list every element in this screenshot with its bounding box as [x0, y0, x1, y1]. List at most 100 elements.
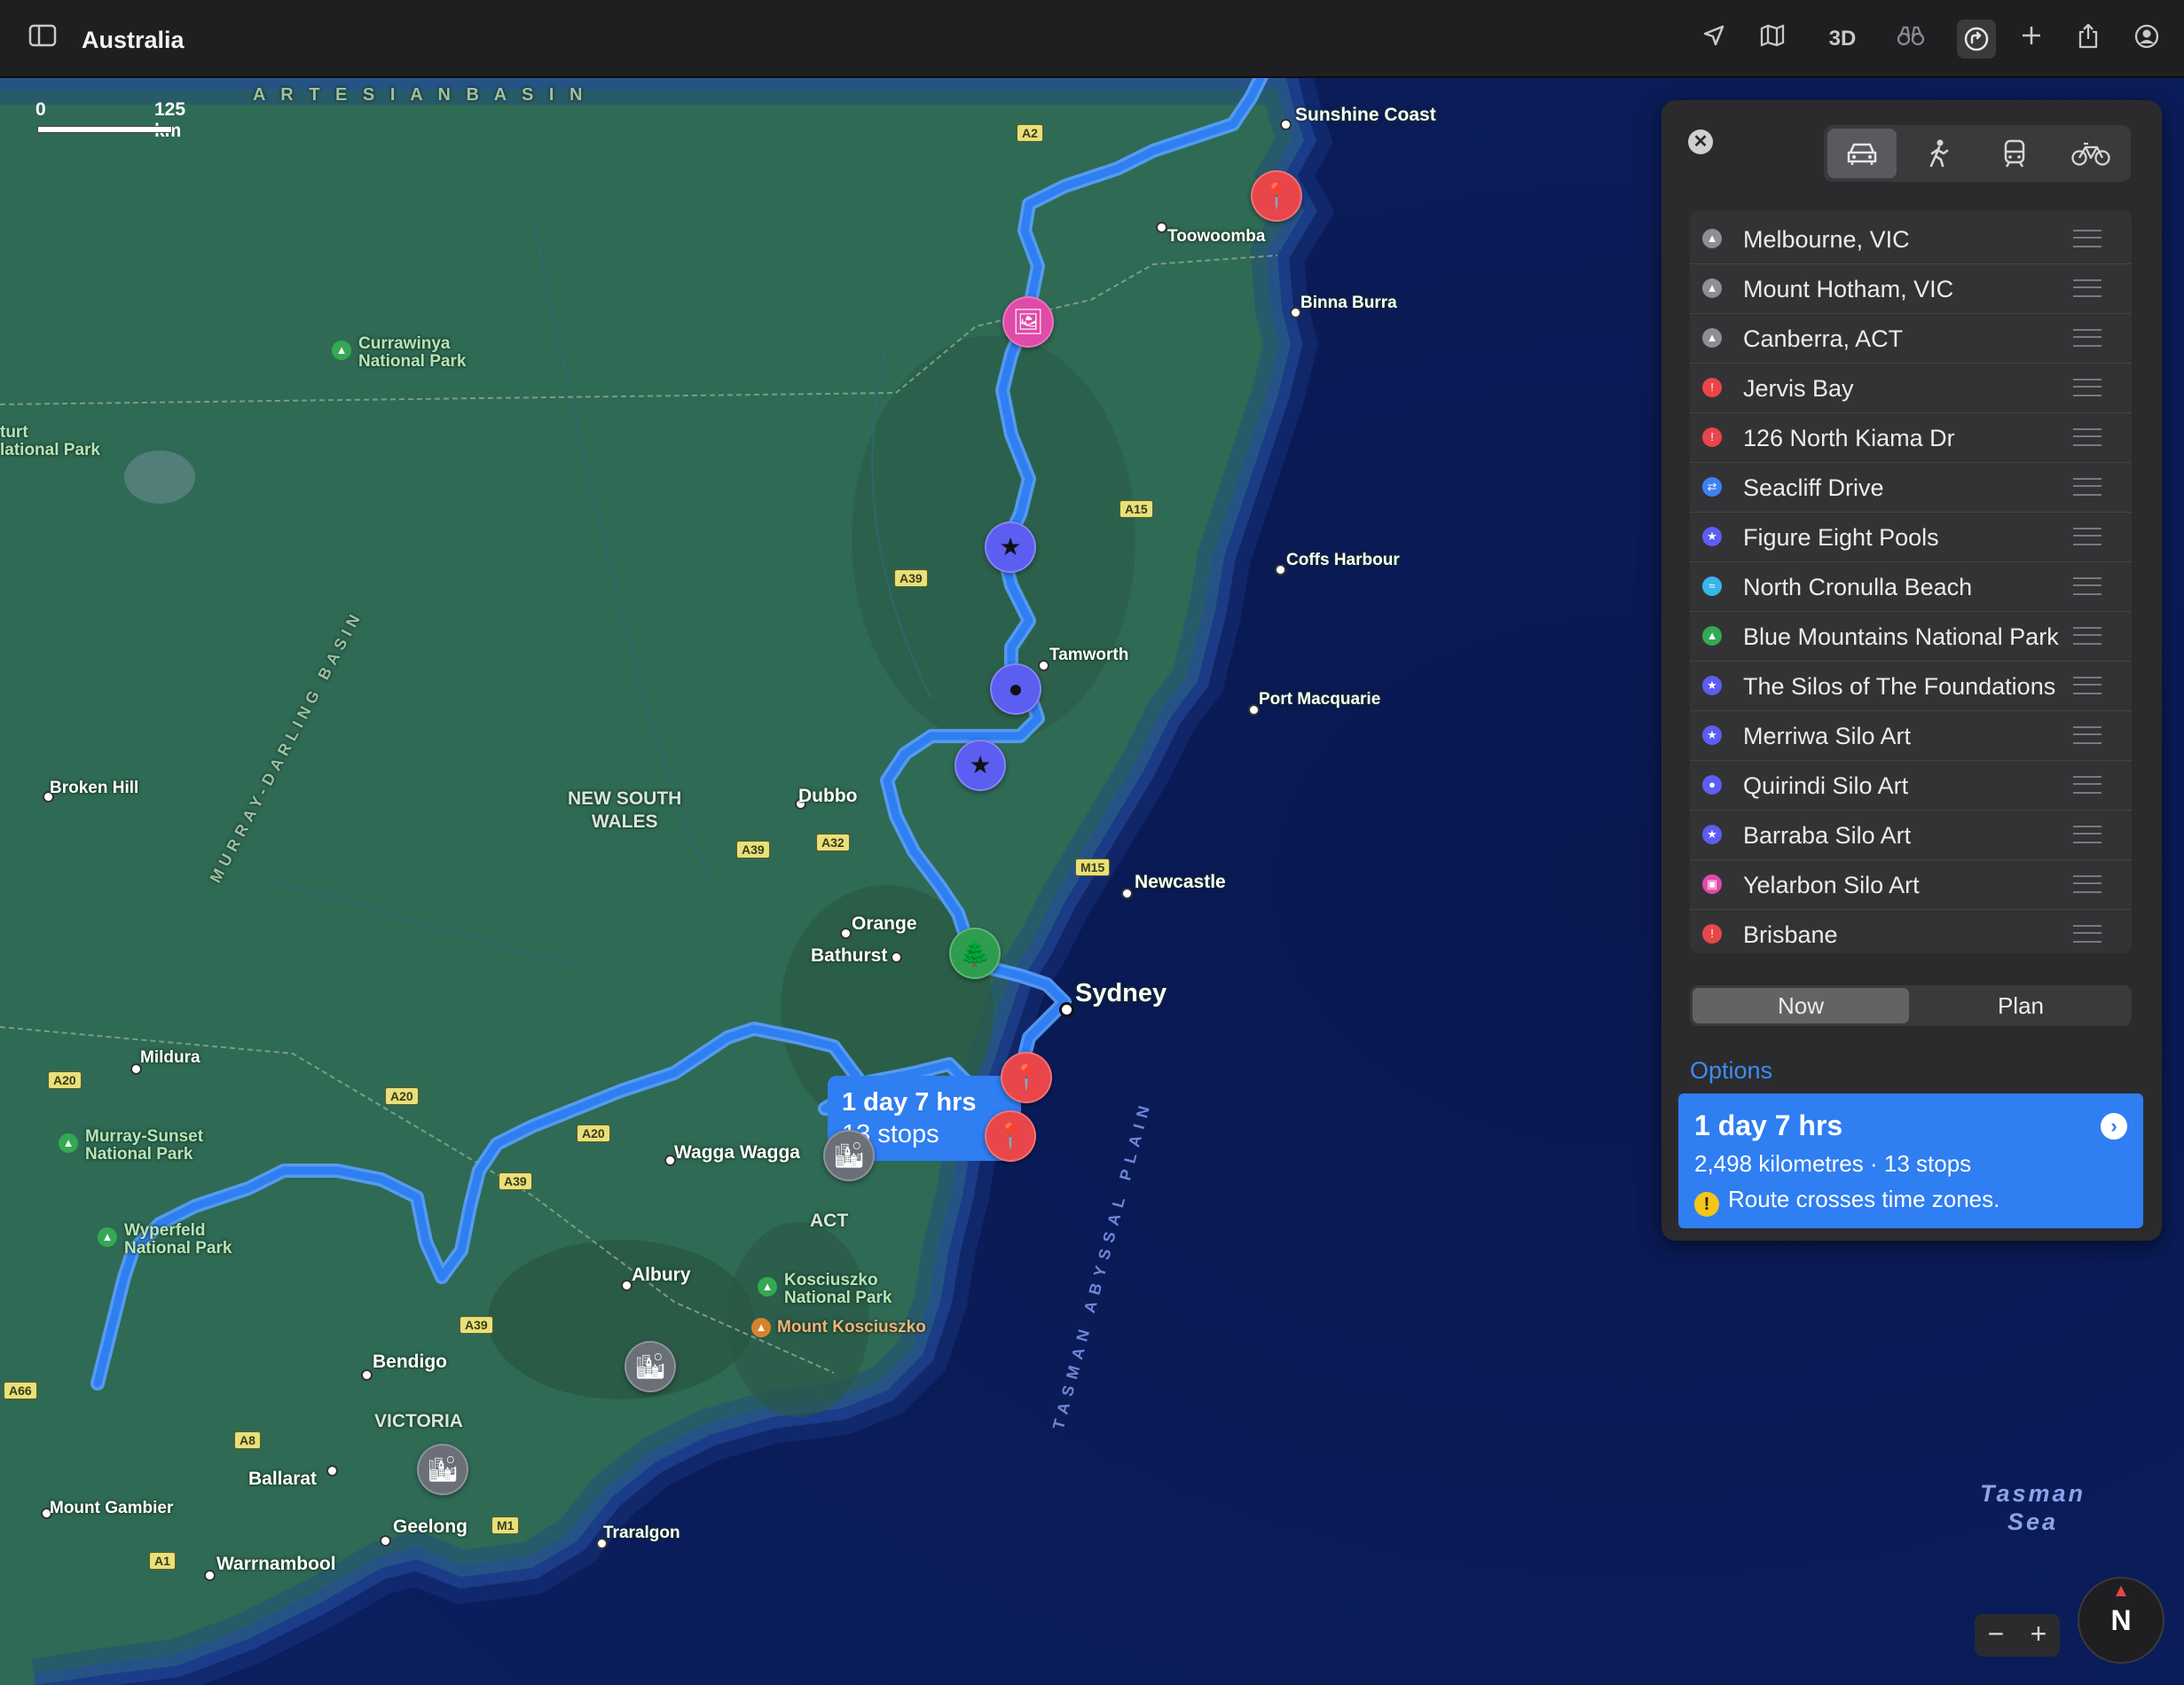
drag-handle-icon[interactable]: [2073, 577, 2102, 595]
stop-item[interactable]: ! Brisbane: [1690, 909, 2132, 959]
pin-melbourne[interactable]: 🏙: [417, 1444, 468, 1495]
place-wagga-wagga[interactable]: Wagga Wagga: [674, 1142, 800, 1164]
place-albury[interactable]: Albury: [632, 1265, 691, 1286]
stop-item[interactable]: ★ Merriwa Silo Art: [1690, 710, 2132, 761]
place-orange[interactable]: Orange: [852, 913, 917, 935]
place-dubbo[interactable]: Dubbo: [798, 786, 857, 807]
park-currawinya-line1: Currawinya: [358, 334, 451, 353]
account-icon[interactable]: [2131, 23, 2163, 55]
road-shield: A8: [234, 1431, 261, 1449]
map-mode-icon[interactable]: [1756, 23, 1788, 55]
stop-icon: ▣: [1702, 874, 1722, 894]
place-mount-gambier[interactable]: Mount Gambier: [50, 1499, 173, 1518]
place-coffs-harbour[interactable]: Coffs Harbour: [1286, 551, 1400, 570]
park-currawinya[interactable]: Currawinya National Park: [358, 335, 466, 371]
place-dot: [1038, 660, 1049, 671]
plan-segment[interactable]: Plan: [1913, 988, 2129, 1023]
location-arrow-icon[interactable]: [1698, 23, 1730, 55]
place-geelong[interactable]: Geelong: [393, 1516, 467, 1538]
stop-item[interactable]: ▣ Yelarbon Silo Art: [1690, 859, 2132, 910]
transit-mode-button[interactable]: [1980, 129, 2049, 178]
place-toowoomba[interactable]: Toowoomba: [1167, 227, 1265, 247]
pin-126-north-kiama-dr[interactable]: 📍: [1001, 1052, 1052, 1103]
place-newcastle[interactable]: Newcastle: [1135, 872, 1226, 893]
drag-handle-icon[interactable]: [2073, 726, 2102, 744]
pin-mount-hotham[interactable]: 🏙: [625, 1341, 676, 1392]
drag-handle-icon[interactable]: [2073, 776, 2102, 794]
stop-item[interactable]: ★ Figure Eight Pools: [1690, 512, 2132, 562]
stop-item[interactable]: ⇄ Seacliff Drive: [1690, 462, 2132, 513]
tasman-sea-label: Tasman Sea: [1980, 1479, 2086, 1536]
drag-handle-icon[interactable]: [2073, 925, 2102, 943]
walk-mode-button[interactable]: [1904, 129, 1973, 178]
drag-handle-icon[interactable]: [2073, 826, 2102, 843]
act-label: ACT: [810, 1211, 849, 1231]
park-murray-sunset[interactable]: Murray-Sunset National Park: [85, 1128, 203, 1164]
place-binna-burra[interactable]: Binna Burra: [1300, 294, 1397, 313]
directions-icon[interactable]: [1957, 20, 1996, 59]
stop-icon: ▲: [1702, 278, 1722, 298]
pin-merriwa-silo-art[interactable]: ★: [955, 740, 1006, 791]
stop-item[interactable]: ▲ Melbourne, VIC: [1690, 214, 2132, 264]
stop-item[interactable]: ★ Barraba Silo Art: [1690, 810, 2132, 860]
zoom-out-button[interactable]: −: [1975, 1618, 2017, 1650]
pin-canberra[interactable]: 🏙: [823, 1130, 875, 1181]
drag-handle-icon[interactable]: [2073, 627, 2102, 645]
options-link[interactable]: Options: [1690, 1057, 1772, 1085]
park-kosciuszko[interactable]: Kosciuszko National Park: [784, 1272, 892, 1307]
pin-yelarbon-silo-art[interactable]: 🖼: [1002, 296, 1054, 348]
close-button[interactable]: ✕: [1688, 129, 1713, 154]
binoculars-icon[interactable]: [1895, 23, 1927, 55]
stop-item[interactable]: ▲ Canberra, ACT: [1690, 313, 2132, 364]
place-warrnambool[interactable]: Warrnambool: [216, 1554, 336, 1575]
drag-handle-icon[interactable]: [2073, 428, 2102, 446]
stop-item[interactable]: ! 126 North Kiama Dr: [1690, 412, 2132, 463]
zoom-in-button[interactable]: +: [2017, 1618, 2060, 1650]
stop-item[interactable]: ▲ Blue Mountains National Park: [1690, 611, 2132, 662]
place-sunshine-coast[interactable]: Sunshine Coast: [1295, 105, 1436, 126]
drag-handle-icon[interactable]: [2073, 230, 2102, 247]
stop-item[interactable]: ● Quirindi Silo Art: [1690, 760, 2132, 811]
place-mount-kosciuszko[interactable]: Mount Kosciuszko: [777, 1318, 926, 1337]
drag-handle-icon[interactable]: [2073, 478, 2102, 496]
route-card[interactable]: 1 day 7 hrs 2,498 kilometres · 13 stops …: [1678, 1093, 2143, 1228]
compass[interactable]: N: [2078, 1577, 2164, 1664]
pin-jervis-bay[interactable]: 📍: [985, 1110, 1036, 1162]
pin-blue-mountains[interactable]: 🌲: [949, 928, 1001, 979]
add-icon[interactable]: [2015, 23, 2047, 55]
place-port-macquarie[interactable]: Port Macquarie: [1259, 690, 1380, 709]
stop-item[interactable]: ★ The Silos of The Foundations: [1690, 661, 2132, 711]
place-mildura[interactable]: Mildura: [140, 1048, 200, 1068]
stop-icon: ★: [1702, 825, 1722, 844]
now-segment[interactable]: Now: [1693, 988, 1909, 1023]
place-bathurst[interactable]: Bathurst: [811, 945, 887, 967]
place-bendigo[interactable]: Bendigo: [373, 1352, 447, 1373]
place-traralgon[interactable]: Traralgon: [603, 1524, 680, 1543]
drag-handle-icon[interactable]: [2073, 528, 2102, 545]
cycle-mode-button[interactable]: [2056, 129, 2125, 178]
park-wyperfeld[interactable]: Wyperfeld National Park: [124, 1222, 232, 1258]
park-sturt[interactable]: turt lational Park: [0, 424, 100, 459]
stop-item[interactable]: ! Jervis Bay: [1690, 363, 2132, 413]
drag-handle-icon[interactable]: [2073, 329, 2102, 347]
drag-handle-icon[interactable]: [2073, 875, 2102, 893]
pin-barraba-silo-art[interactable]: ★: [985, 521, 1036, 573]
3d-button[interactable]: 3D: [1820, 23, 1865, 55]
place-broken-hill[interactable]: Broken Hill: [50, 779, 138, 798]
drive-mode-button[interactable]: [1827, 129, 1897, 178]
share-icon[interactable]: [2072, 23, 2104, 55]
sidebar-toggle-icon[interactable]: [27, 23, 59, 55]
drag-handle-icon[interactable]: [2073, 379, 2102, 396]
route-details-chevron-icon[interactable]: ›: [2101, 1113, 2127, 1140]
stop-icon: !: [1702, 378, 1722, 397]
drag-handle-icon[interactable]: [2073, 279, 2102, 297]
place-tamworth[interactable]: Tamworth: [1049, 646, 1128, 665]
place-ballarat[interactable]: Ballarat: [248, 1469, 317, 1490]
place-sydney[interactable]: Sydney: [1075, 979, 1167, 1008]
stop-icon: ★: [1702, 676, 1722, 695]
pin-quirindi-silo-art[interactable]: ●: [990, 663, 1041, 715]
pin-brisbane[interactable]: 📍: [1251, 170, 1302, 222]
drag-handle-icon[interactable]: [2073, 677, 2102, 694]
stop-item[interactable]: ▲ Mount Hotham, VIC: [1690, 263, 2132, 314]
stop-item[interactable]: ≈ North Cronulla Beach: [1690, 561, 2132, 612]
